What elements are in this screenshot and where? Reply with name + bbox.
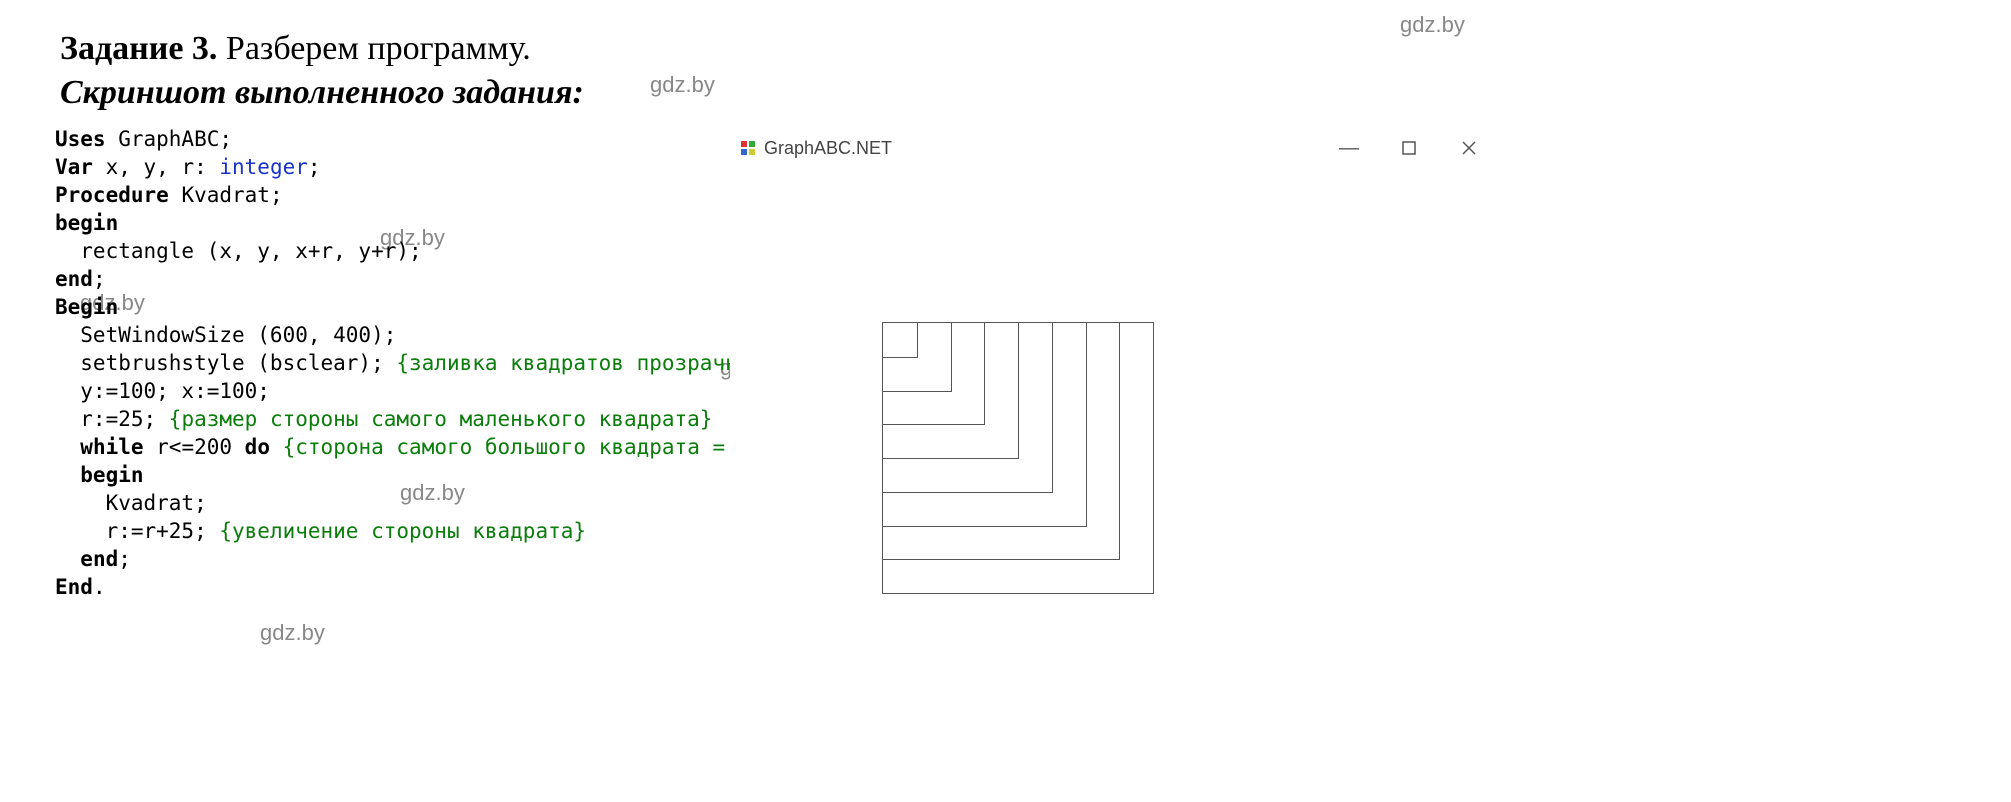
code-text: ; [118, 547, 131, 571]
code-text: ; [93, 267, 106, 291]
kw-uses: Uses [55, 127, 106, 151]
kw-while: while [80, 435, 143, 459]
code-text: GraphABC; [106, 127, 232, 151]
kw-var: Var [55, 155, 93, 179]
watermark: gdz.by [1400, 12, 1465, 38]
window-title: GraphABC.NET [764, 138, 892, 159]
code-text: y:=100; x:=100; [55, 379, 270, 403]
output-window: GraphABC.NET — [730, 130, 1490, 690]
kw-procedure: Procedure [55, 183, 169, 207]
kw-end: end [55, 267, 93, 291]
code-text: setbrushstyle (bsclear); [55, 351, 396, 375]
kw-begin: begin [55, 211, 118, 235]
code-editor[interactable]: Uses GraphABC; Var x, y, r: integer; Pro… [55, 125, 705, 601]
window-controls: — [1334, 130, 1484, 166]
watermark: gdz.by [260, 620, 325, 646]
code-text: rectangle (x, y, x+r, y+r); [55, 239, 422, 263]
code-text: r:=r+25; [55, 519, 219, 543]
kw-end-loop: end [80, 547, 118, 571]
kw-end-main: End [55, 575, 93, 599]
minimize-button[interactable]: — [1334, 133, 1364, 163]
code-text [55, 435, 80, 459]
kw-begin-loop: begin [55, 463, 144, 487]
graphics-canvas [730, 170, 1490, 690]
comment: {размер стороны самого маленького квадра… [169, 407, 713, 431]
kw-begin-main: Begin [55, 295, 118, 319]
code-text [55, 547, 80, 571]
comment: {заливка квадратов прозрачная} [396, 351, 775, 375]
watermark: gdz.by [650, 72, 715, 98]
maximize-button[interactable] [1394, 133, 1424, 163]
type-integer: integer [219, 155, 308, 179]
code-text [270, 435, 283, 459]
code-text: x, y, r: [93, 155, 219, 179]
square [882, 322, 1154, 594]
code-text: . [93, 575, 106, 599]
task-number: Задание 3. [60, 30, 217, 67]
code-text: r<=200 [144, 435, 245, 459]
titlebar[interactable]: GraphABC.NET — [730, 130, 1490, 166]
app-icon [740, 140, 756, 156]
comment: {сторона самого большого квадрата = 200} [283, 435, 789, 459]
kw-do: do [245, 435, 270, 459]
code-text: r:=25; [55, 407, 169, 431]
code-text: Kvadrat; [169, 183, 283, 207]
code-text: Kvadrat; [55, 491, 207, 515]
code-text: ; [308, 155, 321, 179]
task-header: Задание 3. Разберем программу. [60, 30, 531, 68]
screenshot-label: Скриншот выполненного задания: [60, 74, 584, 112]
comment: {увеличение стороны квадрата} [219, 519, 586, 543]
code-text: SetWindowSize (600, 400); [55, 323, 396, 347]
close-button[interactable] [1454, 133, 1484, 163]
task-text: Разберем программу. [217, 30, 530, 67]
